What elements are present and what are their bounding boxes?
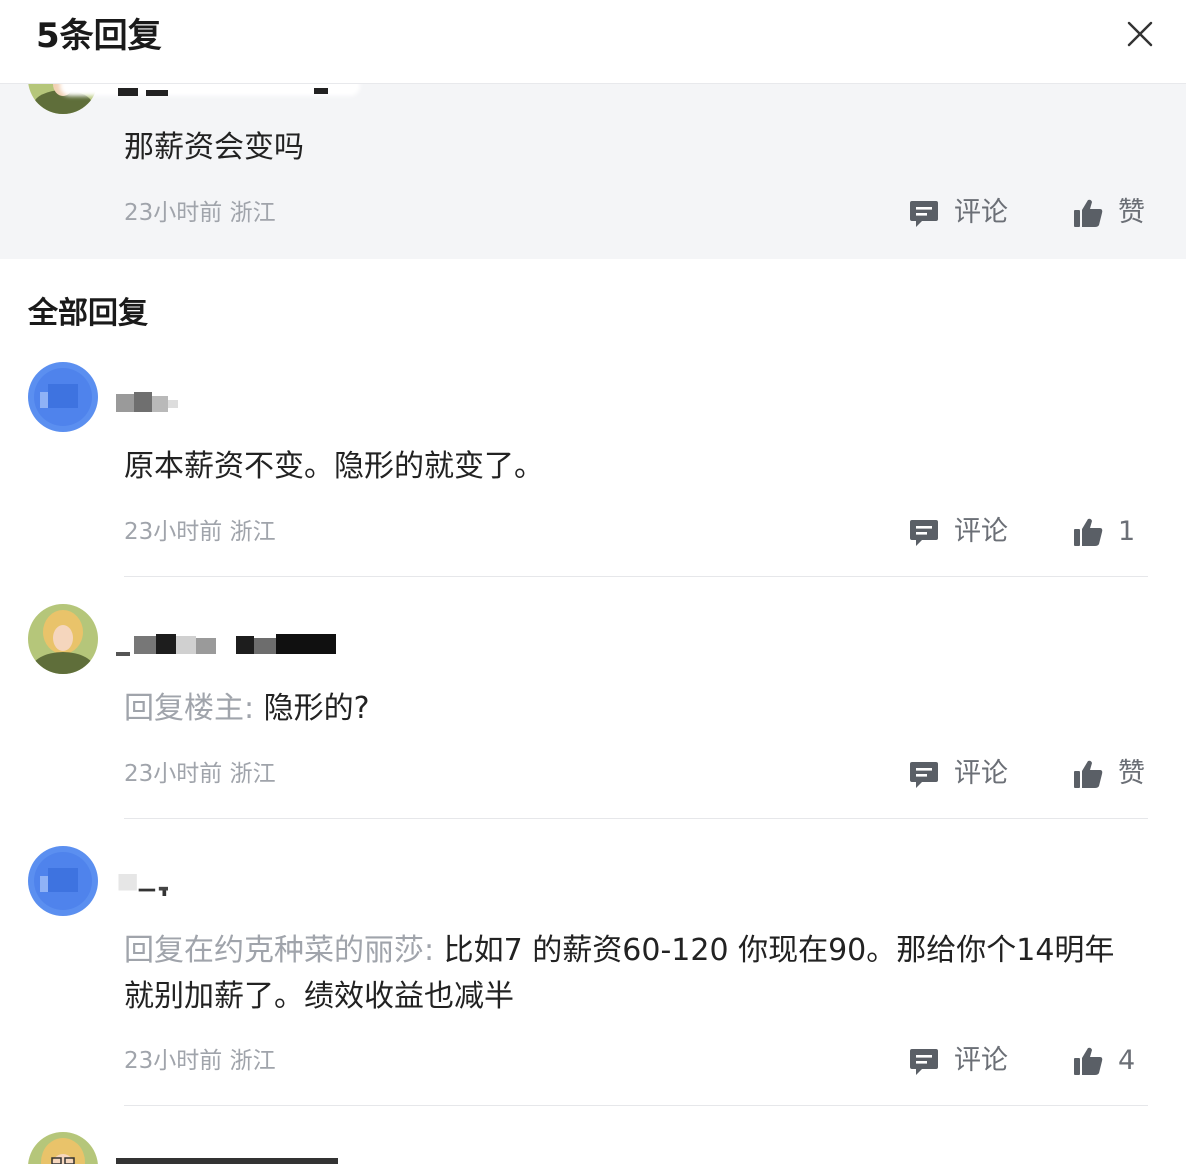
reply-meta: 23小时前 浙江 (124, 519, 276, 545)
section-title: 全部回复 (28, 296, 148, 331)
username-redacted (118, 874, 168, 896)
comment-bubble-icon (910, 520, 938, 546)
comment-button[interactable]: 评论 (908, 196, 1008, 230)
comment-meta: 23小时前 浙江 (124, 200, 276, 226)
like-button[interactable]: 4 (1072, 1044, 1135, 1078)
username-redacted (116, 634, 336, 656)
reply-meta: 23小时前 浙江 (124, 1048, 276, 1074)
like-label: 赞 (1118, 758, 1145, 789)
reply-sheet-header: 5条回复 (0, 0, 1186, 84)
thumbs-up-icon (1074, 1047, 1103, 1075)
header-title: 5条回复 (36, 16, 162, 56)
close-button[interactable] (1120, 14, 1160, 54)
comment-button[interactable]: 评论 (908, 515, 1008, 549)
divider (124, 818, 1148, 819)
main-comment: 那薪资会变吗 23小时前 浙江 评论 赞 (0, 84, 1186, 259)
avatar[interactable] (28, 1132, 98, 1164)
comment-bubble-icon (910, 1049, 938, 1075)
thumbs-up-icon (1074, 199, 1103, 227)
like-count: 4 (1118, 1045, 1136, 1076)
avatar[interactable] (28, 846, 98, 916)
like-button[interactable]: 赞 (1072, 196, 1145, 230)
thumbs-up-icon (1074, 760, 1103, 788)
comment-bubble-icon (910, 762, 938, 788)
close-icon (1127, 21, 1153, 47)
reply-body: 隐形的? (263, 691, 370, 726)
comment-label: 评论 (954, 1045, 1008, 1076)
username-redacted (116, 1158, 338, 1164)
avatar[interactable] (28, 604, 98, 674)
reply-meta: 23小时前 浙江 (124, 761, 276, 787)
reply-body: 原本薪资不变。隐形的就变了。 (124, 449, 544, 484)
reply-text: 回复楼主: 隐形的? (124, 686, 1134, 732)
thumbs-up-icon (1074, 518, 1103, 546)
reply-item-partial (0, 1132, 1186, 1164)
username-redacted-fragment (118, 88, 328, 96)
reply-text: 回复在约克种菜的丽莎: 比如7 的薪资60-120 你现在90。那给你个14明年… (124, 928, 1134, 1020)
comment-label: 评论 (954, 516, 1008, 547)
comment-text: 那薪资会变吗 (124, 130, 304, 165)
like-label: 赞 (1118, 197, 1145, 228)
avatar[interactable] (28, 362, 98, 432)
reply-prefix[interactable]: 回复楼主: (124, 691, 254, 726)
reply-prefix[interactable]: 回复在约克种菜的丽莎: (124, 933, 434, 968)
like-button[interactable]: 赞 (1072, 757, 1145, 791)
reply-text: 原本薪资不变。隐形的就变了。 (124, 444, 1134, 490)
comment-label: 评论 (954, 197, 1008, 228)
comment-button[interactable]: 评论 (908, 1044, 1008, 1078)
like-button[interactable]: 1 (1072, 515, 1135, 549)
divider (124, 576, 1148, 577)
comment-button[interactable]: 评论 (908, 757, 1008, 791)
like-count: 1 (1118, 516, 1136, 547)
comment-bubble-icon (910, 201, 938, 227)
comment-label: 评论 (954, 758, 1008, 789)
divider (124, 1105, 1148, 1106)
username-redacted (116, 392, 178, 412)
